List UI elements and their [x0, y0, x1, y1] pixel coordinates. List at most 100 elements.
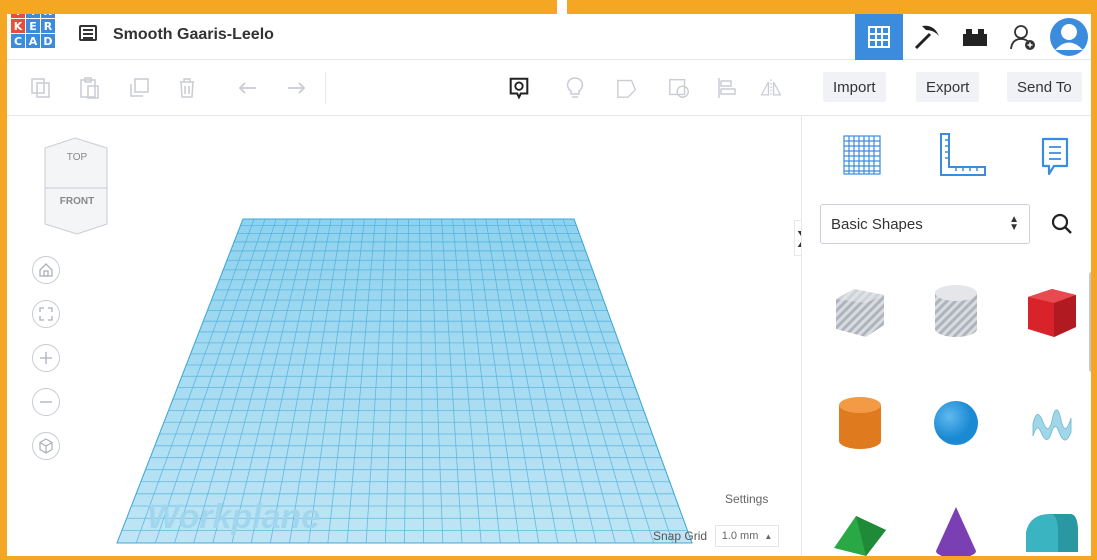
- shape-search-button[interactable]: [1044, 206, 1080, 242]
- export-button[interactable]: Export: [916, 72, 980, 102]
- shape-category-value: Basic Shapes: [831, 215, 923, 233]
- home-icon: [39, 263, 53, 277]
- tinkercad-window: TIN KER CAD Smooth Gaaris-Leelo: [7, 14, 1091, 556]
- view-cube-top[interactable]: TOP: [41, 152, 113, 163]
- ortho-view-button[interactable]: [32, 432, 60, 460]
- home-view-button[interactable]: [32, 256, 60, 284]
- shape-cylinder[interactable]: [820, 378, 900, 468]
- paste-icon: [80, 77, 99, 99]
- 3d-design-view-button[interactable]: [855, 14, 903, 60]
- logo-letter: I: [26, 14, 40, 18]
- workplane[interactable]: Workplane: [7, 116, 801, 556]
- panel-scrollbar[interactable]: [1089, 272, 1091, 372]
- roof-icon: [834, 516, 886, 556]
- ruler-icon: [940, 133, 986, 176]
- tinkercad-logo[interactable]: TIN KER CAD: [11, 14, 55, 48]
- delete-icon: [180, 78, 194, 98]
- align-button[interactable]: [715, 76, 739, 100]
- view-cube-front[interactable]: FRONT: [41, 196, 113, 207]
- frame-notch: [557, 0, 567, 14]
- shape-hole-icon: [617, 79, 637, 98]
- design-menu-icon[interactable]: [79, 25, 97, 41]
- add-user-button[interactable]: [999, 14, 1047, 60]
- snap-grid-label: Snap Grid: [653, 529, 708, 543]
- add-user-icon: [1010, 25, 1035, 50]
- snap-grid-value: 1.0 mm: [721, 530, 759, 542]
- zoom-out-button[interactable]: [32, 388, 60, 416]
- shape-sphere[interactable]: [916, 378, 996, 468]
- cylinder-hole-icon: [935, 285, 977, 337]
- shape-roof[interactable]: [820, 488, 900, 556]
- copy-button[interactable]: [29, 76, 53, 100]
- group-icon: [669, 79, 689, 98]
- shapes-panel: Basic Shapes ▲ ▼: [801, 116, 1091, 556]
- ruler-tab[interactable]: [938, 132, 988, 183]
- workplane-label: Workplane: [147, 498, 320, 536]
- logo-letter: K: [11, 19, 25, 33]
- zoom-in-icon: [40, 352, 52, 364]
- title-bar: TIN KER CAD Smooth Gaaris-Leelo: [7, 14, 1091, 60]
- scribble-icon: [1032, 409, 1072, 441]
- view-switcher: [855, 14, 1091, 60]
- grid-icon: [868, 26, 890, 48]
- shape-cone[interactable]: [916, 488, 996, 556]
- show-all-button[interactable]: [563, 76, 587, 100]
- delete-button[interactable]: [175, 76, 199, 100]
- fit-view-button[interactable]: [32, 300, 60, 328]
- shape-box-hole[interactable]: [820, 266, 900, 356]
- notes-button[interactable]: [507, 76, 531, 100]
- copy-icon: [31, 78, 50, 98]
- pickaxe-icon: [914, 25, 939, 50]
- duplicate-icon: [130, 78, 149, 97]
- logo-letter: A: [26, 34, 40, 48]
- duplicate-button[interactable]: [127, 76, 151, 100]
- mirror-button[interactable]: [759, 76, 783, 100]
- settings-button[interactable]: Settings: [725, 492, 768, 506]
- cone-icon: [936, 507, 976, 556]
- notes-icon: [1041, 137, 1069, 176]
- account-button[interactable]: [1047, 14, 1091, 60]
- view-cube[interactable]: TOP FRONT: [41, 136, 113, 236]
- logo-letter: D: [41, 34, 55, 48]
- hole-button[interactable]: [615, 76, 639, 100]
- shape-scribble[interactable]: [1012, 378, 1091, 468]
- shape-round-roof[interactable]: [1012, 488, 1091, 556]
- toolbar-divider: [325, 72, 326, 104]
- design-title[interactable]: Smooth Gaaris-Leelo: [113, 26, 274, 44]
- workplane-tab[interactable]: [842, 134, 882, 181]
- send-to-button[interactable]: Send To: [1007, 72, 1082, 102]
- view-cube-icon: [44, 137, 108, 235]
- logo-letter: C: [11, 34, 25, 48]
- redo-icon: [288, 82, 306, 94]
- logo-letter: N: [41, 14, 55, 18]
- bricks-view-button[interactable]: [951, 14, 999, 60]
- notes-tab[interactable]: [1040, 136, 1070, 183]
- workplane-icon: [843, 135, 881, 175]
- round-roof-icon: [1026, 514, 1078, 552]
- shape-cylinder-hole[interactable]: [916, 266, 996, 356]
- mirror-icon: [760, 79, 782, 97]
- sphere-icon: [934, 401, 978, 445]
- cylinder-icon: [839, 397, 881, 449]
- select-arrows-icon: ▲ ▼: [1009, 214, 1019, 233]
- undo-button[interactable]: [235, 76, 259, 100]
- paste-button[interactable]: [77, 76, 101, 100]
- box-hole-icon: [836, 289, 884, 337]
- light-bulb-icon: [566, 77, 584, 98]
- redo-button[interactable]: [285, 76, 309, 100]
- notes-icon: [509, 77, 529, 100]
- logo-letter: E: [26, 19, 40, 33]
- zoom-out-icon: [40, 401, 52, 403]
- 3d-viewport[interactable]: Workplane TOP FRONT Settings Snap Grid 1…: [7, 116, 801, 556]
- edit-toolbar: Import Export Send To: [7, 60, 1091, 116]
- shape-box[interactable]: [1012, 266, 1091, 356]
- blocks-view-button[interactable]: [903, 14, 951, 60]
- avatar-icon: [1050, 18, 1088, 56]
- caret-up-icon: ▲: [764, 531, 773, 541]
- group-button[interactable]: [667, 76, 691, 100]
- zoom-in-button[interactable]: [32, 344, 60, 372]
- snap-grid-select[interactable]: 1.0 mm ▲: [715, 525, 779, 547]
- box-icon: [1028, 289, 1076, 337]
- import-button[interactable]: Import: [823, 72, 886, 102]
- shape-category-select[interactable]: Basic Shapes ▲ ▼: [820, 204, 1030, 244]
